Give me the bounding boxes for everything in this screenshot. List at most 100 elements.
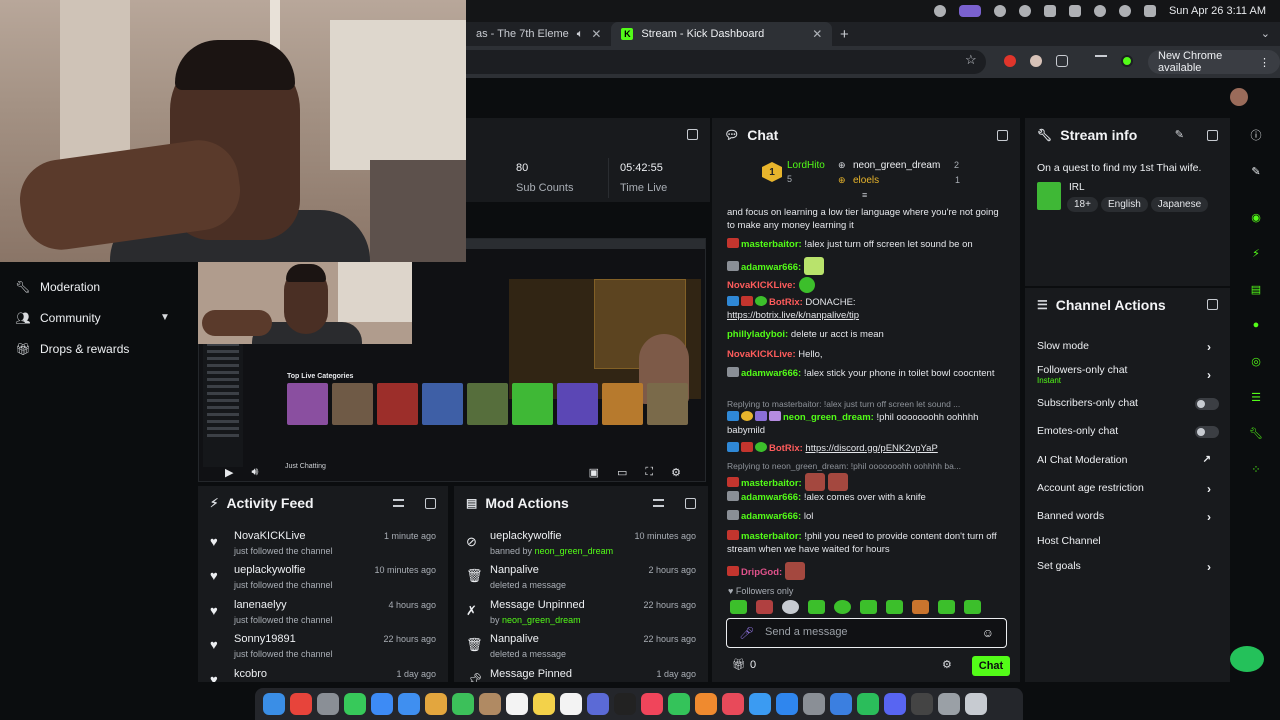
bookmark-star-icon[interactable]: ☆ <box>965 52 977 68</box>
mod-title[interactable]: Nanpalive <box>490 564 539 576</box>
action-banned-words[interactable]: Banned words › <box>1037 510 1219 524</box>
mail-icon[interactable] <box>371 693 393 715</box>
extension-red-icon[interactable] <box>1004 55 1016 67</box>
leader-name[interactable]: eloels <box>853 175 879 186</box>
more-menu-icon[interactable]: ⋮ <box>1259 56 1270 69</box>
wifi-icon[interactable] <box>1093 5 1106 17</box>
document-icon[interactable]: ▤ <box>1245 278 1267 300</box>
action-slow-mode[interactable]: Slow mode › <box>1037 340 1219 354</box>
popout-icon[interactable] <box>997 130 1008 141</box>
filter-icon[interactable] <box>393 499 404 507</box>
emote-button[interactable] <box>860 600 877 614</box>
notes-icon[interactable] <box>533 693 555 715</box>
action-followers-only-chat[interactable]: Followers-only chat Instant › <box>1037 364 1219 385</box>
emote-button[interactable] <box>834 600 851 614</box>
finder-icon[interactable] <box>263 693 285 715</box>
reply-context[interactable]: Replying to neon_green_dream: !phil oooo… <box>727 461 961 471</box>
emote-button[interactable] <box>886 600 903 614</box>
popout-icon[interactable] <box>1207 299 1218 310</box>
chat-link[interactable]: https://botrix.live/k/nanpalive/tip <box>727 310 859 321</box>
action-ai-chat-moderation[interactable]: AI Chat Moderation ↗ <box>1037 454 1219 466</box>
info-icon[interactable]: ⓘ <box>1245 124 1267 146</box>
screen-record-icon[interactable] <box>958 5 981 17</box>
collapse-icon[interactable]: ≡ <box>862 190 867 200</box>
emote-button[interactable] <box>938 600 955 614</box>
system-settings-icon[interactable] <box>803 693 825 715</box>
emote-button[interactable] <box>730 600 747 614</box>
edit-pencil-icon[interactable]: ✎ <box>1175 128 1184 141</box>
address-bar[interactable] <box>466 50 986 74</box>
wrench-icon[interactable]: 🔧︎ <box>1245 422 1267 444</box>
discord-icon[interactable] <box>884 693 906 715</box>
play-icon[interactable] <box>1018 5 1031 17</box>
lightning-icon[interactable]: ⚡︎ <box>1245 242 1267 264</box>
menubar-clock[interactable]: Sun Apr 26 3:11 AM <box>1169 5 1266 17</box>
chevron-down-icon[interactable]: ▼ <box>160 312 170 323</box>
popout-icon[interactable] <box>687 129 698 140</box>
extensions-puzzle-icon[interactable] <box>1056 55 1068 67</box>
support-chat-button[interactable] <box>1230 646 1264 672</box>
gift-icon[interactable]: 🎁︎ <box>732 658 746 671</box>
numbers-icon[interactable] <box>668 693 690 715</box>
downloads-icon[interactable] <box>938 693 960 715</box>
messages-icon[interactable] <box>344 693 366 715</box>
music-icon[interactable] <box>641 693 663 715</box>
feed-user[interactable]: ueplackywolfie <box>234 564 306 576</box>
chat-input-box[interactable]: 🎤︎ ☺ <box>726 618 1007 648</box>
action-host-channel[interactable]: Host Channel <box>1037 535 1219 547</box>
emote-button[interactable] <box>808 600 825 614</box>
contacts-icon[interactable] <box>479 693 501 715</box>
profile-avatar-icon[interactable] <box>1121 55 1133 67</box>
tab-kick-dashboard[interactable]: K Stream - Kick Dashboard ✕ <box>611 22 833 46</box>
close-tab-icon[interactable]: ✕ <box>812 27 822 41</box>
feed-user[interactable]: lanenaelyy <box>234 599 287 611</box>
feed-user[interactable]: Sonny19891 <box>234 633 296 645</box>
popout-icon[interactable] <box>1207 130 1218 141</box>
mod-title[interactable]: ueplackywolfie <box>490 530 562 542</box>
launchpad-icon[interactable] <box>317 693 339 715</box>
send-chat-button[interactable]: Chat <box>972 656 1010 676</box>
filter-icon[interactable] <box>653 499 664 507</box>
reminders-icon[interactable] <box>560 693 582 715</box>
app-store-icon[interactable] <box>776 693 798 715</box>
news-icon[interactable] <box>722 693 744 715</box>
pip-icon[interactable]: ▣ <box>589 466 599 479</box>
list-icon[interactable]: ☰ <box>1245 386 1267 408</box>
emote-button[interactable] <box>782 600 799 614</box>
fullscreen-icon[interactable]: ⛶ <box>645 466 653 479</box>
reading-list-icon[interactable] <box>1095 55 1107 65</box>
camera-icon[interactable]: ◉ <box>1245 206 1267 228</box>
input-source-icon[interactable] <box>1043 5 1056 17</box>
sidebar-item-drops-rewards[interactable]: 🎁︎ Drops & rewards <box>15 342 129 356</box>
sidebar-item-community[interactable]: 👥︎ Community <box>15 311 100 325</box>
emote-button[interactable] <box>912 600 929 614</box>
chat-link[interactable]: https://discord.gg/pENK2vpYaP <box>805 443 937 454</box>
tab-soundtrack[interactable]: as - The 7th Eleme 🔈︎ ✕ <box>466 22 611 46</box>
tab-search-icon[interactable]: ⌄ <box>1261 27 1270 40</box>
feed-user[interactable]: kcobro <box>234 668 267 680</box>
popout-icon[interactable] <box>685 498 696 509</box>
chat-bubble-icon[interactable]: ● <box>1245 314 1267 336</box>
control-center-icon[interactable] <box>1143 5 1156 17</box>
subscribers-only-toggle[interactable] <box>1195 398 1219 410</box>
emoji-icon[interactable]: ☺ <box>982 626 994 640</box>
close-tab-icon[interactable]: ✕ <box>591 27 601 41</box>
user-avatar[interactable] <box>1230 88 1248 106</box>
new-tab-button[interactable]: + <box>832 26 856 43</box>
keynote-icon[interactable] <box>749 693 771 715</box>
new-chrome-available-button[interactable]: New Chrome available ⋮ <box>1148 50 1280 74</box>
leader-name[interactable]: LordHito <box>787 160 825 171</box>
speaker-icon[interactable]: 🔈︎ <box>577 28 584 41</box>
emote-button[interactable] <box>964 600 981 614</box>
pages-icon[interactable] <box>695 693 717 715</box>
leader-name[interactable]: neon_green_dream <box>853 160 940 171</box>
theater-icon[interactable]: ▭ <box>617 466 627 479</box>
emote-button[interactable] <box>756 600 773 614</box>
settings-gear-icon[interactable]: ⚙ <box>671 466 681 479</box>
photos-icon[interactable] <box>425 693 447 715</box>
popout-icon[interactable] <box>425 498 436 509</box>
whatsapp-icon[interactable] <box>857 693 879 715</box>
appletv-icon[interactable] <box>614 693 636 715</box>
obs-icon[interactable] <box>911 693 933 715</box>
feed-user[interactable]: NovaKICKLive <box>234 530 306 542</box>
